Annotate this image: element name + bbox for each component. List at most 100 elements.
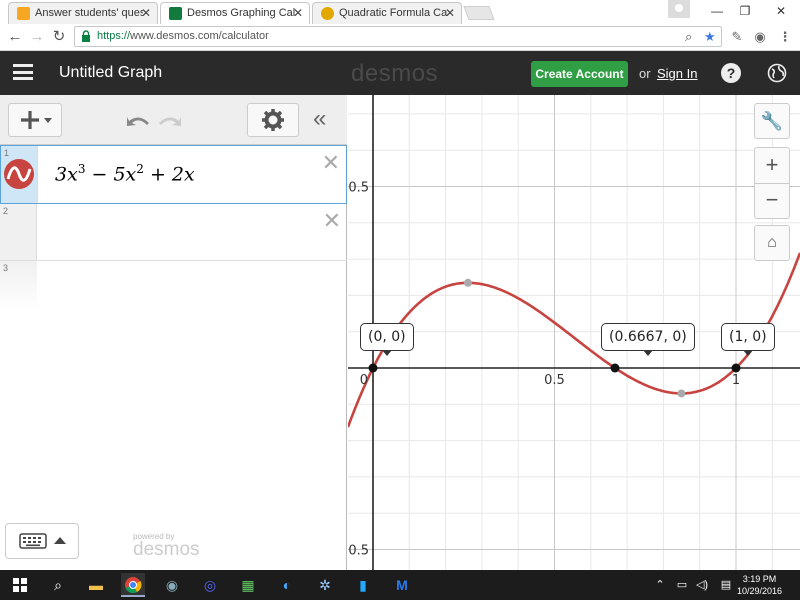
tab-favicon-icon — [321, 7, 334, 20]
tab-label: Desmos Graphing Calcul — [187, 7, 295, 19]
browser-tab[interactable]: Answer students' questio ✕ — [8, 2, 158, 24]
notifications-icon[interactable]: ▤ — [714, 573, 738, 597]
or-text: or — [639, 66, 651, 81]
expression-row[interactable]: 1 3x3 − 5x2 + 2x ✕ — [0, 145, 347, 204]
file-explorer-icon[interactable]: ▬ — [84, 573, 108, 597]
expr-exponent: 2 — [136, 162, 144, 176]
graph-color-toggle-icon[interactable] — [4, 159, 34, 189]
search-icon[interactable]: ⌕ — [46, 573, 70, 597]
browser-tab-strip: Answer students' questio ✕ Desmos Graphi… — [0, 0, 800, 24]
tab-label: Answer students' questio — [35, 7, 143, 19]
expr-term: 3x — [55, 163, 78, 186]
wrench-icon[interactable]: 🔧 — [754, 103, 790, 139]
zoom-icon[interactable]: ⌕ — [685, 29, 692, 45]
graph-title[interactable]: Untitled Graph — [59, 64, 162, 82]
app-icon[interactable]: ▦ — [236, 573, 260, 597]
settings-button[interactable] — [247, 103, 299, 137]
y-tick-label: 0.5 — [348, 181, 369, 196]
lock-icon — [82, 30, 90, 42]
sign-in-link[interactable]: Sign In — [657, 66, 697, 81]
point-label[interactable]: (1, 0) — [721, 323, 775, 356]
delete-expression-icon[interactable]: ✕ — [323, 208, 341, 234]
expression-row[interactable]: 3 — [0, 261, 347, 311]
expr-term: − 5x — [85, 163, 137, 186]
browser-tab-active[interactable]: Desmos Graphing Calcul ✕ — [160, 2, 310, 24]
desmos-header: Untitled Graph desmos Create Account or … — [0, 51, 800, 95]
globe-icon[interactable] — [767, 63, 787, 83]
collapse-panel-icon[interactable]: « — [313, 105, 326, 133]
app-icon[interactable]: M — [390, 573, 414, 597]
app-icon[interactable]: ◐ — [275, 573, 299, 597]
extension-icon[interactable]: ✎ — [728, 28, 746, 46]
tab-label: Quadratic Formula Calcu — [339, 7, 447, 19]
keypad-toggle-button[interactable] — [5, 523, 79, 559]
windows-start-icon[interactable] — [8, 573, 32, 597]
point-label[interactable]: (0.6667, 0) — [601, 323, 695, 356]
home-icon[interactable]: ⌂ — [754, 225, 790, 261]
system-tray-icons[interactable]: ⌃ — [648, 573, 672, 597]
powered-by-logo: desmos — [133, 539, 200, 560]
help-icon[interactable]: ? — [721, 63, 741, 83]
expression-number: 2 — [3, 206, 9, 216]
restore-icon[interactable]: ❐ — [734, 2, 756, 20]
create-account-button[interactable]: Create Account — [531, 61, 628, 87]
root-point — [368, 363, 378, 373]
url-path: www.desmos.com/calculator — [130, 30, 269, 42]
url-scheme: https:// — [97, 30, 131, 42]
expression-input[interactable]: 3x3 − 5x2 + 2x — [55, 162, 195, 185]
windows-taskbar: ⌕ ▬ ◉ ◎ ▦ ◐ ✲ ▮ M ⌃ ▭ ◁) ▤ 3:19 PM 10/29… — [0, 570, 800, 600]
expression-number: 1 — [4, 148, 10, 158]
extremum-point — [463, 278, 472, 287]
new-tab-button[interactable] — [463, 6, 495, 20]
tab-close-icon[interactable]: ✕ — [445, 6, 455, 20]
expression-gutter: 3 — [0, 261, 37, 311]
delete-expression-icon[interactable]: ✕ — [322, 150, 340, 176]
browser-tab[interactable]: Quadratic Formula Calcu ✕ — [312, 2, 462, 24]
expr-term: + 2x — [143, 163, 195, 186]
point-label[interactable]: (0, 0) — [360, 323, 414, 356]
tab-favicon-icon — [17, 7, 30, 20]
reload-icon[interactable]: ↻ — [50, 28, 68, 46]
extremum-point — [677, 389, 686, 398]
app-icon[interactable]: ◉ — [160, 573, 184, 597]
desmos-logo: desmos — [351, 60, 439, 87]
plus-dropdown-icon — [21, 111, 52, 129]
y-tick-label: -0.5 — [348, 544, 369, 559]
window-close-icon[interactable]: ✕ — [770, 2, 792, 20]
volume-icon[interactable]: ◁) — [690, 573, 714, 597]
x-tick-label: 1 — [732, 373, 740, 388]
expression-gutter: 2 — [0, 204, 37, 260]
app-icon[interactable]: ◎ — [198, 573, 222, 597]
root-point — [610, 363, 620, 373]
hamburger-menu-icon[interactable] — [13, 64, 33, 80]
expression-row[interactable]: 2 ✕ — [0, 204, 347, 261]
system-clock[interactable]: 3:19 PM 10/29/2016 — [737, 573, 782, 597]
forward-arrow-icon[interactable]: → — [28, 28, 46, 46]
url-input[interactable]: https://www.desmos.com/calculator ⌕ ★ — [74, 26, 722, 47]
tab-favicon-icon — [169, 7, 182, 20]
tab-close-icon[interactable]: ✕ — [141, 6, 151, 20]
undo-redo-icons[interactable] — [125, 109, 185, 131]
extension-icon[interactable]: ◉ — [751, 28, 769, 46]
minimize-icon[interactable]: — — [706, 2, 728, 20]
browser-menu-icon[interactable]: ⋮ — [776, 28, 794, 46]
expression-panel: « 1 3x3 − 5x2 + 2x ✕ 2 ✕ 3 powered by de… — [0, 95, 347, 570]
root-point — [731, 363, 741, 373]
chrome-icon[interactable] — [121, 573, 145, 597]
app-icon[interactable]: ✲ — [313, 573, 337, 597]
gear-icon — [262, 109, 284, 131]
graph-canvas[interactable]: 0 0.5 1 0.5 -0.5 (0, 0) (0.6667, 0) (1, 0) — [348, 95, 800, 570]
keyboard-icon — [19, 533, 66, 549]
bookmark-star-icon[interactable]: ★ — [704, 29, 716, 45]
clock-time: 3:19 PM — [742, 574, 777, 584]
expression-toolbar: « — [0, 95, 347, 145]
back-arrow-icon[interactable]: ← — [6, 28, 24, 46]
user-profile-icon[interactable] — [668, 0, 690, 18]
app-icon[interactable]: ▮ — [351, 573, 375, 597]
tab-close-icon[interactable]: ✕ — [293, 6, 303, 20]
add-item-button[interactable] — [8, 103, 62, 137]
zoom-controls: + − — [754, 147, 790, 219]
zoom-out-icon[interactable]: − — [755, 184, 789, 218]
expression-gutter: 1 — [1, 146, 38, 203]
zoom-in-icon[interactable]: + — [755, 148, 789, 184]
